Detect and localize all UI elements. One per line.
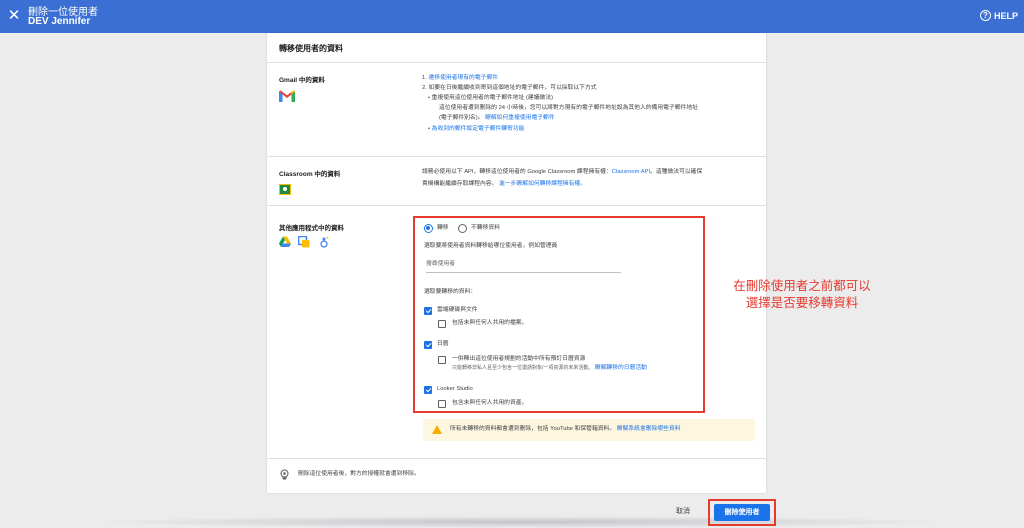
- drive-unshared-label: 包括未與任何人共用的檔案。: [452, 320, 528, 326]
- classroom-section-label: Classroom 中的資料: [279, 171, 341, 178]
- help-button[interactable]: ? HELP: [979, 10, 1018, 21]
- gmail-bullet-1-desc-2: (電子郵件別名)。 瞭解如何重複使用電子郵件: [439, 115, 555, 121]
- select-data-label: 選取要轉移的資料：: [424, 289, 477, 295]
- gmail-section-label: Gmail 中的資料: [279, 77, 325, 84]
- annotation-line-1: 在刪除使用者之前都可以: [733, 279, 871, 293]
- help-icon: ?: [979, 10, 991, 21]
- looker-unshared-checkbox[interactable]: [438, 400, 446, 408]
- footer-note-text: 刪除這位使用者後，對方的授權就會遭到移除。: [298, 471, 420, 477]
- gmail-bullet-1: • 重複使用這位使用者的電子郵件地址 (建議做法): [428, 95, 554, 101]
- looker-checkbox-label: Looker Studio: [437, 386, 473, 392]
- drive-icon: [279, 236, 291, 247]
- reuse-email-link[interactable]: 瞭解如何重複使用電子郵件: [485, 115, 555, 121]
- divider: [267, 458, 766, 459]
- revoke-icon: [280, 469, 289, 480]
- search-user-underline: [426, 272, 621, 273]
- bottom-shadow: [80, 516, 960, 528]
- warning-text: 所有未轉移的資料都會遭到刪除，包括 YouTube 和保管箱資料。 瞭解系統會刪…: [450, 426, 681, 432]
- deleted-data-link[interactable]: 瞭解系統會刪除哪些資料: [617, 426, 681, 432]
- migrate-email-link[interactable]: 遷移使用者現有的電子郵件: [428, 75, 498, 81]
- gmail-bullet-2: • 為收到的郵件設定電子郵件轉寄功能: [428, 126, 525, 132]
- card-heading: 轉移使用者的資料: [279, 44, 343, 53]
- calendar-release-note: 只能轉移非私人且至少包含一位邀請對象/一項資源的未來活動。 瞭解轉移的日曆活動: [452, 365, 647, 371]
- divider: [267, 156, 766, 157]
- looker-unshared-label: 包含未與任何人共用的資產。: [452, 400, 528, 406]
- top-bar: ✕ 刪除一位使用者 DEV Jennifer ? HELP: [0, 0, 1024, 33]
- transfer-radio[interactable]: [424, 224, 433, 233]
- delete-button-highlight: 刪除使用者: [708, 499, 776, 526]
- target-user-label: 選取要將使用者資料轉移給哪位使用者，例如管理員: [424, 243, 558, 249]
- calendar-icon: [320, 236, 329, 248]
- transfer-data-card: 轉移使用者的資料 Gmail 中的資料 1. 遷移使用者現有的電子郵件 2. 如…: [267, 33, 766, 493]
- classroom-ownership-link[interactable]: 進一步瞭解如何轉移課程擁有權。: [499, 181, 586, 187]
- warning-icon: [432, 425, 442, 434]
- calendar-checkbox-label: 日曆: [437, 341, 449, 347]
- divider: [267, 62, 766, 63]
- gmail-icon: [279, 90, 295, 102]
- forwarding-link[interactable]: 為收到的郵件設定電子郵件轉寄功能: [432, 126, 525, 132]
- gmail-item-1: 1. 遷移使用者現有的電子郵件: [422, 75, 499, 81]
- close-icon[interactable]: ✕: [6, 8, 22, 24]
- gmail-bullet-1-desc: 這位使用者遭到刪除的 24 小時後，您可以將對方現有的電子郵件地址設為其他人的備…: [439, 105, 698, 111]
- calendar-release-checkbox[interactable]: [438, 356, 446, 364]
- help-label: HELP: [993, 10, 1018, 21]
- other-apps-section-label: 其他應用程式中的資料: [279, 225, 344, 232]
- annotation-line-2: 選擇是否要移轉資料: [745, 296, 859, 310]
- annotation-text: 在刪除使用者之前都可以 選擇是否要移轉資料: [712, 278, 892, 312]
- search-user-input[interactable]: 搜尋使用者: [426, 260, 455, 270]
- divider: [267, 205, 766, 206]
- drive-checkbox-label: 雲端硬碟與文件: [437, 307, 478, 313]
- transfer-options-box: 轉移 不轉移資料 選取要將使用者資料轉移給哪位使用者，例如管理員 搜尋使用者 選…: [413, 216, 705, 413]
- drive-unshared-checkbox[interactable]: [438, 320, 446, 328]
- transfer-radio-label: 轉移: [437, 225, 449, 231]
- classroom-api-link[interactable]: Classroom API: [612, 169, 650, 175]
- dialog-subtitle: DEV Jennifer: [28, 16, 91, 27]
- cancel-button[interactable]: 取消: [676, 506, 690, 516]
- calendar-transfer-link[interactable]: 瞭解轉移的日曆活動: [595, 365, 647, 371]
- looker-studio-icon: [298, 236, 310, 248]
- classroom-text-2: 貴機構能繼續存取課程內容。 進一步瞭解如何轉移課程擁有權。: [422, 181, 586, 187]
- gmail-item-2: 2. 如要在日後繼續收到寄到這個地址的電子郵件，可以採取以下方式: [422, 85, 597, 91]
- drive-checkbox[interactable]: [424, 307, 432, 315]
- warning-banner: 所有未轉移的資料都會遭到刪除，包括 YouTube 和保管箱資料。 瞭解系統會刪…: [423, 419, 755, 441]
- looker-checkbox[interactable]: [424, 386, 432, 394]
- classroom-icon: [279, 184, 291, 195]
- no-transfer-radio-label: 不轉移資料: [471, 225, 500, 231]
- classroom-text-1: 請務必使用以下 API，轉移這位使用者的 Google Classroom 課程…: [422, 169, 703, 175]
- calendar-checkbox[interactable]: [424, 341, 432, 349]
- no-transfer-radio[interactable]: [458, 224, 467, 233]
- delete-user-button[interactable]: 刪除使用者: [714, 504, 770, 521]
